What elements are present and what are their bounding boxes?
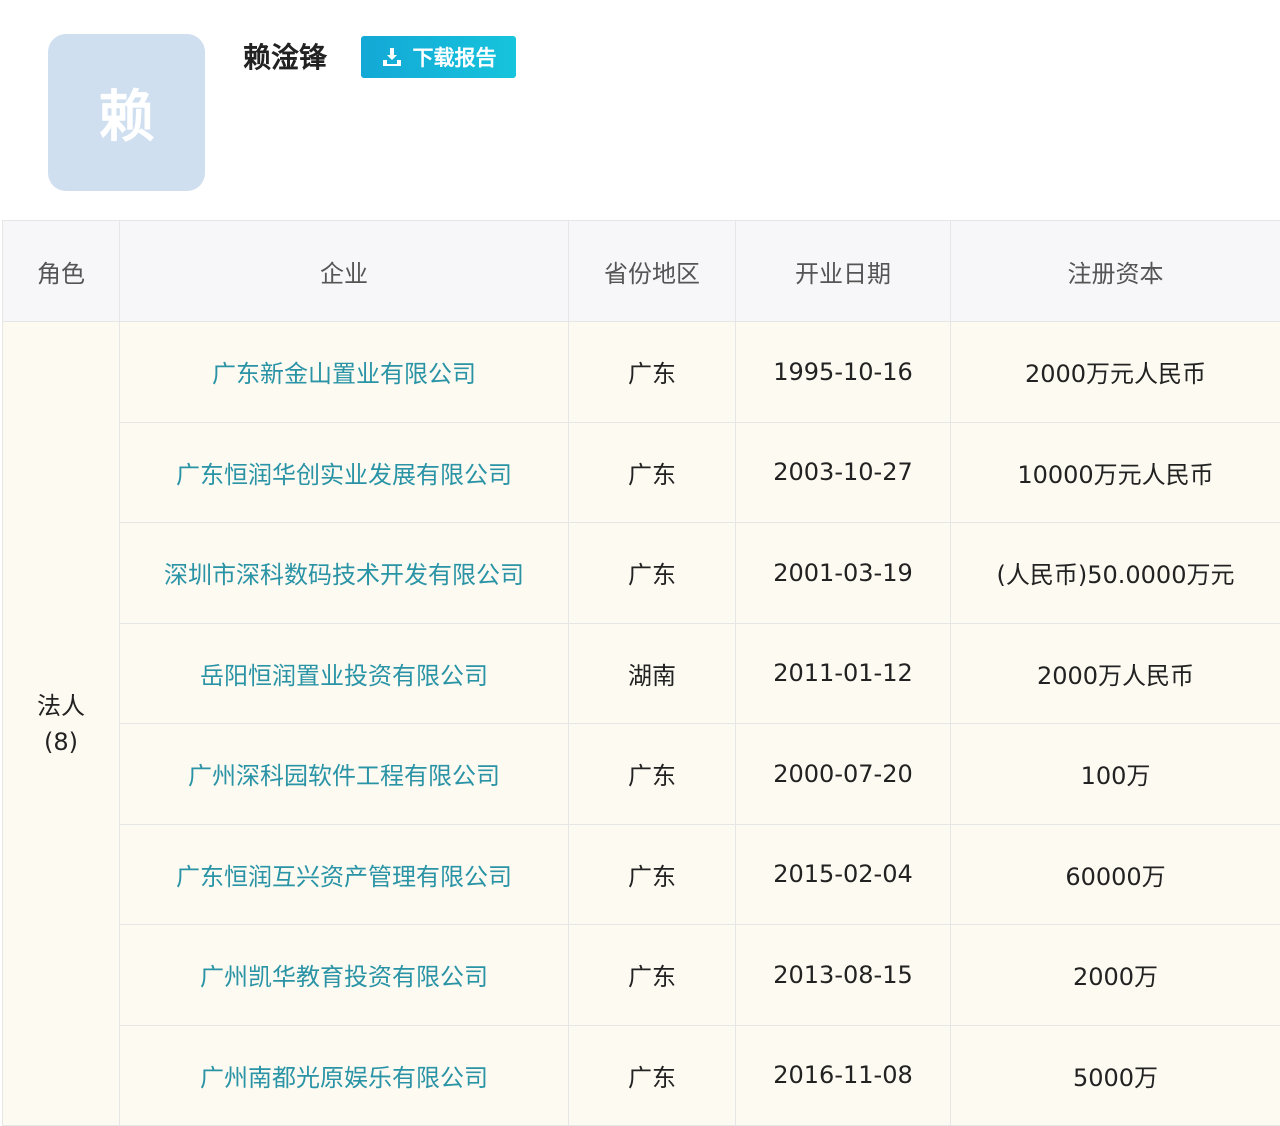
- region-cell: 广东: [568, 924, 736, 1026]
- avatar: 赖: [48, 34, 205, 191]
- capital-cell: 10000万元人民币: [950, 421, 1280, 523]
- download-report-button[interactable]: 下载报告: [361, 36, 516, 78]
- date-cell: 2000-07-20: [735, 723, 951, 825]
- table-row: 岳阳恒润置业投资有限公司 湖南 2011-01-12 2000万人民币: [3, 622, 1280, 724]
- company-link[interactable]: 广州凯华教育投资有限公司: [119, 924, 569, 1026]
- capital-cell: 100万: [950, 723, 1280, 825]
- download-icon: [382, 48, 401, 66]
- capital-cell: 60000万: [950, 823, 1280, 925]
- table-row: 广州凯华教育投资有限公司 广东 2013-08-15 2000万: [3, 924, 1280, 1026]
- company-link[interactable]: 广东恒润互兴资产管理有限公司: [119, 823, 569, 925]
- role-cell: 法人 (8): [2, 321, 120, 1126]
- table-row: 广州南都光原娱乐有限公司 广东 2016-11-08 5000万: [3, 1024, 1280, 1126]
- region-cell: 广东: [568, 522, 736, 624]
- capital-cell: 2000万人民币: [950, 622, 1280, 724]
- capital-cell: 5000万: [950, 1024, 1280, 1126]
- table-row: 深圳市深科数码技术开发有限公司 广东 2001-03-19 (人民币)50.0000万…: [3, 522, 1280, 624]
- capital-cell: 2000万: [950, 924, 1280, 1026]
- company-table: 角色 企业 省份地区 开业日期 注册资本 法人 (8) 广东新金山置业有限公司 广东 1…: [2, 220, 1280, 1126]
- date-cell: 2016-11-08: [735, 1024, 951, 1126]
- company-link[interactable]: 广东恒润华创实业发展有限公司: [119, 421, 569, 523]
- table-row: 法人 (8) 广东新金山置业有限公司 广东 1995-10-16 2000万元人民币: [2, 321, 1280, 1126]
- company-link[interactable]: 广东新金山置业有限公司: [119, 321, 569, 423]
- date-cell: 2011-01-12: [735, 622, 951, 724]
- region-cell: 广东: [568, 723, 736, 825]
- company-link[interactable]: 广州南都光原娱乐有限公司: [119, 1024, 569, 1126]
- company-link[interactable]: 深圳市深科数码技术开发有限公司: [119, 522, 569, 624]
- download-report-label: 下载报告: [412, 46, 497, 70]
- date-cell: 2013-08-15: [735, 924, 951, 1026]
- table-row: 广州深科园软件工程有限公司 广东 2000-07-20 100万: [3, 723, 1280, 825]
- person-name: 赖淦锋: [243, 41, 328, 74]
- table-row: 广东恒润华创实业发展有限公司 广东 2003-10-27 10000万元人民币: [3, 421, 1280, 523]
- region-cell: 广东: [568, 421, 736, 523]
- region-cell: 广东: [568, 321, 736, 423]
- table-row: 广东恒润互兴资产管理有限公司 广东 2015-02-04 60000万: [3, 823, 1280, 925]
- date-cell: 2001-03-19: [735, 522, 951, 624]
- capital-cell: 2000万元人民币: [950, 321, 1280, 423]
- role-count: (8): [44, 727, 78, 756]
- region-cell: 广东: [568, 1024, 736, 1126]
- header-region: 省份地区: [568, 220, 736, 322]
- header-company: 企业: [119, 220, 569, 322]
- header-date: 开业日期: [735, 220, 951, 322]
- header-capital: 注册资本: [950, 220, 1280, 322]
- date-cell: 2015-02-04: [735, 823, 951, 925]
- capital-cell: (人民币)50.0000万元: [950, 522, 1280, 624]
- region-cell: 湖南: [568, 622, 736, 724]
- role-label: 法人: [37, 691, 85, 720]
- date-cell: 1995-10-16: [735, 321, 951, 423]
- company-link[interactable]: 岳阳恒润置业投资有限公司: [119, 622, 569, 724]
- region-cell: 广东: [568, 823, 736, 925]
- header-role: 角色: [2, 220, 120, 322]
- company-link[interactable]: 广州深科园软件工程有限公司: [119, 723, 569, 825]
- date-cell: 2003-10-27: [735, 421, 951, 523]
